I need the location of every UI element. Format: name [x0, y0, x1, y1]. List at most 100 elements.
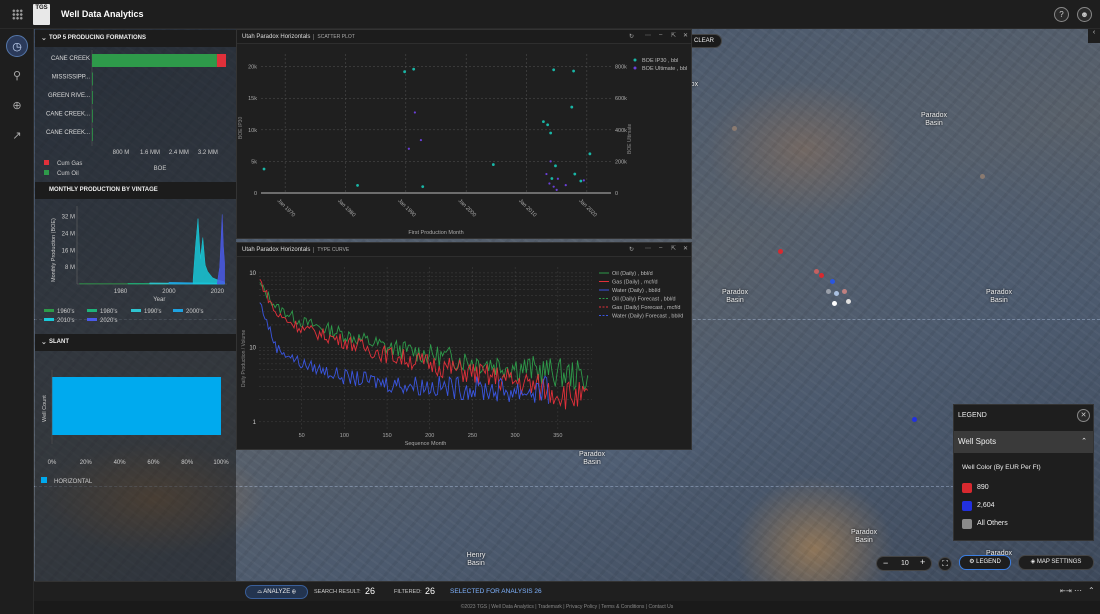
- app-grid-icon[interactable]: [12, 9, 23, 20]
- well-spot[interactable]: [834, 291, 839, 296]
- legend-label: Cum Gas: [57, 161, 82, 167]
- category-label: CANE CREEK: [51, 56, 90, 62]
- well-spot[interactable]: [819, 273, 824, 278]
- more-icon[interactable]: ⋯: [645, 245, 651, 252]
- well-spot[interactable]: [832, 301, 837, 306]
- legend-title: LEGEND: [958, 412, 987, 419]
- scatter-point: [554, 164, 557, 168]
- well-spot[interactable]: [830, 279, 835, 284]
- add-icon: ⊕: [290, 589, 296, 595]
- help-icon[interactable]: ?: [1054, 7, 1069, 22]
- well-spot[interactable]: [826, 289, 831, 294]
- map-label: Paradox Basin: [721, 289, 749, 304]
- map-label: Paradox Basin: [850, 529, 878, 544]
- scatter-point: [572, 69, 575, 73]
- external-link-icon[interactable]: ↗: [6, 125, 28, 147]
- well-spot[interactable]: [980, 174, 985, 179]
- legend-button[interactable]: ⚙ LEGEND: [959, 555, 1011, 570]
- bar-segment: [92, 91, 93, 104]
- x-tick-label: Jan 2000: [457, 198, 477, 218]
- y-tick-label: 5k: [251, 159, 257, 165]
- collapse-panel-icon[interactable]: ‹: [1088, 29, 1100, 43]
- x-tick-label: 100: [340, 433, 349, 439]
- well-spot[interactable]: [778, 249, 783, 254]
- close-icon[interactable]: ✕: [683, 32, 688, 39]
- close-icon[interactable]: ✕: [1077, 409, 1090, 422]
- analyze-button[interactable]: ⌓ ANALYZE ⊕: [245, 585, 308, 599]
- formations-header[interactable]: ⌄ TOP 5 PRODUCING FORMATIONS: [35, 30, 236, 47]
- selected-for-analysis[interactable]: SELECTED FOR ANALYSIS 26: [450, 588, 542, 595]
- y-right-tick-label: 0: [615, 191, 618, 197]
- x-axis-label: BOE: [154, 166, 167, 172]
- minimize-icon[interactable]: –: [659, 32, 662, 38]
- legend-label: Water (Daily) , bbl/d: [612, 288, 660, 294]
- zoom-control: − 10 +: [876, 556, 932, 571]
- scatter-plot-window[interactable]: Utah Paradox Horizontals SCATTER PLOT ↻ ⋯…: [236, 29, 692, 239]
- legend-label: Gas (Daily) , mcf/d: [612, 280, 658, 286]
- x-tick-label: 50: [299, 433, 305, 439]
- x-tick-label: 2000: [162, 289, 176, 295]
- well-spot[interactable]: [912, 417, 917, 422]
- x-tick-label: 300: [511, 433, 520, 439]
- scatter-point: [549, 131, 553, 135]
- expand-icon[interactable]: ⇱: [671, 32, 676, 39]
- scatter-point: [550, 177, 554, 180]
- type-window-header[interactable]: Utah Paradox Horizontals TYPE CURVE: [237, 243, 691, 257]
- filtered-value: 26: [425, 586, 436, 596]
- well-spot[interactable]: [846, 299, 851, 304]
- legend-label: All Others: [977, 520, 1008, 527]
- bar-segment: [92, 72, 93, 86]
- legend-swatch: [87, 318, 97, 321]
- series-area: [217, 214, 225, 285]
- map-settings-button[interactable]: ◈ MAP SETTINGS: [1018, 555, 1094, 570]
- zoom-in-button[interactable]: +: [920, 557, 925, 567]
- search-icon[interactable]: ⚲: [6, 65, 28, 87]
- fullscreen-icon[interactable]: ⛶: [938, 557, 952, 571]
- scatter-point: [542, 120, 545, 124]
- more-icon[interactable]: ⋯: [1074, 586, 1082, 595]
- y-axis-label: BOE IP30: [238, 117, 244, 139]
- x-tick-label: 2020: [211, 289, 225, 295]
- vintage-header[interactable]: MONTHLY PRODUCTION BY VINTAGE: [35, 182, 236, 199]
- user-avatar-icon[interactable]: ☻: [1077, 7, 1092, 22]
- slant-header[interactable]: ⌄ SLANT: [35, 334, 236, 351]
- zoom-out-button[interactable]: −: [883, 558, 888, 568]
- more-icon[interactable]: ⋯: [645, 32, 651, 39]
- chevron-up-icon: ⌃: [1081, 438, 1087, 445]
- scatter-point: [546, 123, 550, 127]
- x-tick-label: Jan 2020: [577, 198, 597, 218]
- well-spot[interactable]: [842, 289, 847, 294]
- x-tick-label: 20%: [80, 460, 93, 466]
- legend-label: Oil (Daily) Forecast , bbl/d: [612, 297, 676, 303]
- close-icon[interactable]: ✕: [683, 245, 688, 252]
- category-label: MISSISSIPP...: [52, 75, 91, 81]
- filtered-label: FILTERED:: [394, 589, 422, 595]
- minimize-icon[interactable]: –: [659, 245, 662, 251]
- legend-label: Cum Oil: [57, 171, 79, 177]
- zoom-search-icon[interactable]: ⊕: [6, 95, 28, 117]
- scatter-window-header[interactable]: Utah Paradox Horizontals SCATTER PLOT: [237, 30, 691, 44]
- scatter-point: [407, 147, 410, 150]
- x-axis-label: Year: [153, 297, 165, 303]
- refresh-icon[interactable]: ↻: [629, 33, 634, 40]
- refresh-icon[interactable]: ↻: [629, 246, 634, 253]
- well-spots-section[interactable]: Well Spots ⌃: [954, 431, 1093, 453]
- x-tick-label: 60%: [147, 460, 160, 466]
- well-spot[interactable]: [814, 269, 819, 274]
- y-tick-label: 10: [249, 345, 256, 351]
- y-right-tick-label: 600k: [615, 96, 627, 102]
- formations-chart: CANE CREEK MISSISSIPP... GREEN RIVE... CANE…: [44, 50, 226, 177]
- footer[interactable]: ©2023 TGS | Well Data Analytics | Tradem…: [34, 601, 1100, 614]
- legend-label: Water (Daily) Forecast , bbl/d: [612, 314, 683, 320]
- y-tick-label: 10: [249, 271, 256, 277]
- chevron-up-icon[interactable]: ⌃: [1088, 586, 1095, 595]
- well-spot[interactable]: [732, 126, 737, 131]
- expand-icon[interactable]: ⇱: [671, 245, 676, 252]
- type-curve-window[interactable]: Utah Paradox Horizontals TYPE CURVE ↻ ⋯ –…: [236, 242, 692, 450]
- legend-swatch: [131, 309, 141, 312]
- layers-nav-icon[interactable]: ◷: [6, 35, 28, 57]
- scatter-point: [555, 188, 558, 191]
- fit-icon[interactable]: ⇤⇥: [1060, 587, 1072, 595]
- legend-swatch: [44, 318, 54, 321]
- scatter-point: [545, 172, 548, 176]
